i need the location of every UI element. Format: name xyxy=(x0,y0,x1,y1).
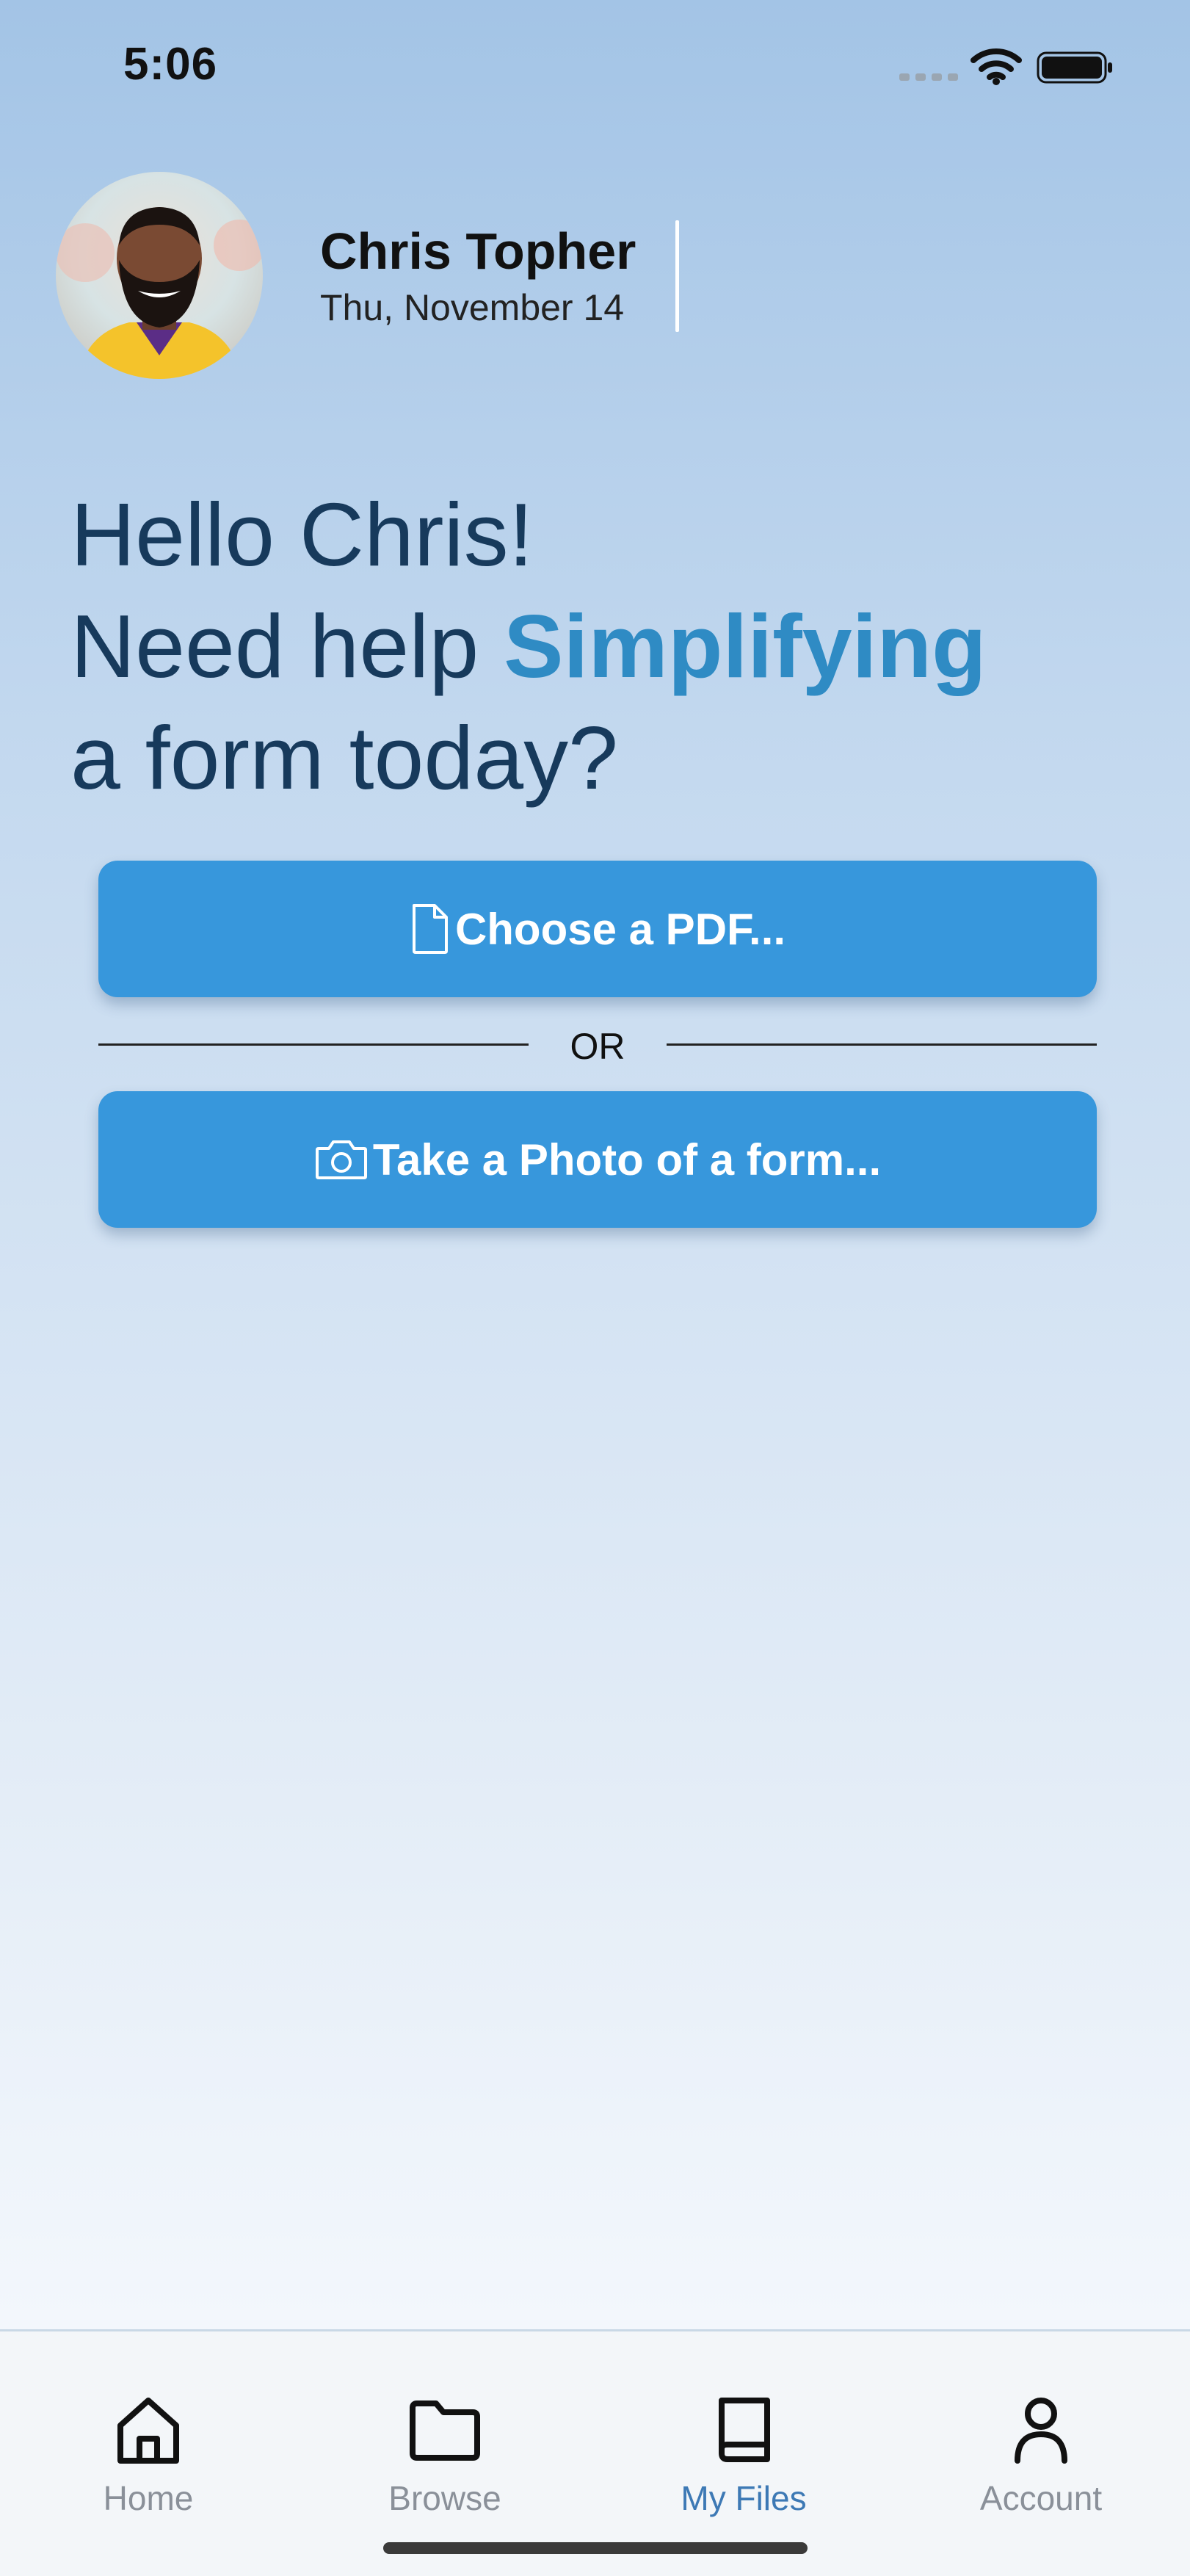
document-icon xyxy=(412,904,448,954)
battery-icon xyxy=(1037,51,1112,84)
or-divider: OR xyxy=(98,1022,1097,1067)
tab-account-label: Account xyxy=(979,2479,1103,2517)
folder-icon xyxy=(410,2400,480,2461)
greeting-line-1: Hello Chris! xyxy=(70,485,534,585)
current-date: Thu, November 14 xyxy=(320,287,625,328)
greeting-line-2-prefix: Need help xyxy=(70,596,504,696)
home-icon xyxy=(117,2398,179,2464)
cellular-signal-icon xyxy=(899,73,958,81)
tab-browse-label: Browse xyxy=(388,2479,501,2517)
avatar[interactable] xyxy=(56,172,263,379)
camera-icon xyxy=(315,1140,367,1179)
book-icon xyxy=(719,2398,770,2462)
tab-bar: Home Browse My Files Account xyxy=(0,2329,1190,2576)
tab-home[interactable]: Home xyxy=(38,2331,258,2537)
wifi-icon xyxy=(970,48,1022,85)
tab-my-files-label: My Files xyxy=(681,2479,807,2517)
status-bar: 5:06 xyxy=(0,0,1190,132)
tab-home-label: Home xyxy=(103,2479,194,2517)
status-time: 5:06 xyxy=(123,39,218,90)
choose-pdf-label: Choose a PDF... xyxy=(454,904,786,954)
person-icon xyxy=(1015,2398,1067,2464)
tab-my-files[interactable]: My Files xyxy=(634,2331,854,2537)
take-photo-label: Take a Photo of a form... xyxy=(372,1135,882,1184)
profile-divider xyxy=(675,220,679,332)
user-name: Chris Topher xyxy=(320,222,636,280)
choose-pdf-button[interactable]: Choose a PDF... xyxy=(98,861,1097,997)
take-photo-button[interactable]: Take a Photo of a form... xyxy=(98,1091,1097,1228)
greeting-line-2: Need help Simplifying xyxy=(70,590,987,702)
greeting-accent-word: Simplifying xyxy=(504,596,987,696)
or-label: OR xyxy=(570,1026,625,1067)
home-indicator[interactable] xyxy=(383,2542,808,2554)
divider-line-right xyxy=(667,1043,1097,1046)
tab-account[interactable]: Account xyxy=(931,2331,1151,2537)
greeting-line-3: a form today? xyxy=(70,708,618,808)
tab-browse[interactable]: Browse xyxy=(335,2331,555,2537)
greeting-heading: Hello Chris! Need help Simplifying a for… xyxy=(70,479,987,814)
